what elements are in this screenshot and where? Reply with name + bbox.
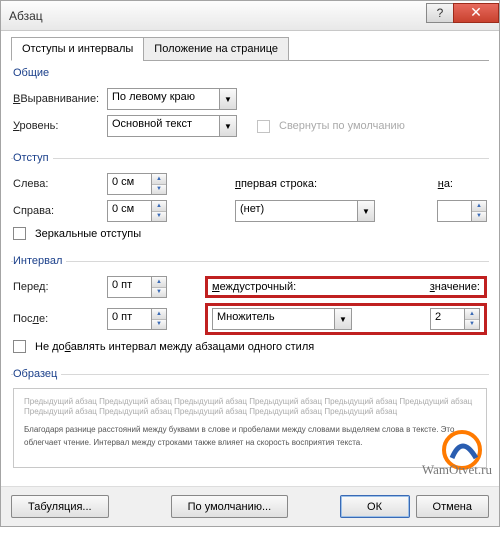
titlebar: Абзац ? ✕ xyxy=(1,1,499,31)
close-button[interactable]: ✕ xyxy=(453,3,499,23)
mirror-checkbox[interactable] xyxy=(13,227,26,240)
alignment-combo[interactable]: По левому краю ▼ xyxy=(107,88,237,110)
tab-strip: Отступы и интервалы Положение на страниц… xyxy=(11,37,489,61)
level-label: Уровень: xyxy=(13,120,103,132)
highlight-box-2: Множитель ▼ 2 ▲▼ xyxy=(205,303,487,335)
group-indent: Отступ Слева: 0 см ▲▼ ппервая строка: на… xyxy=(11,152,489,249)
level-combo[interactable]: Основной текст ▼ xyxy=(107,115,237,137)
left-indent-spinner[interactable]: 0 см ▲▼ xyxy=(107,173,167,195)
tab-indents[interactable]: Отступы и интервалы xyxy=(11,37,144,61)
by-spinner[interactable]: ▲▼ xyxy=(437,200,487,222)
at-label: значение: xyxy=(430,281,480,293)
chevron-down-icon: ▼ xyxy=(334,309,351,329)
noadd-checkbox[interactable] xyxy=(13,340,26,353)
group-preview-legend: Образец xyxy=(13,368,61,380)
preview-box: Предыдущий абзац Предыдущий абзац Предыд… xyxy=(13,388,487,468)
right-indent-label: Справа: xyxy=(13,205,103,217)
mirror-label: Зеркальные отступы xyxy=(35,228,141,240)
group-indent-legend: Отступ xyxy=(13,152,53,164)
before-spinner[interactable]: 0 пт ▲▼ xyxy=(107,276,167,298)
chevron-down-icon: ▼ xyxy=(357,201,374,221)
group-preview: Образец Предыдущий абзац Предыдущий абза… xyxy=(11,368,489,472)
highlight-box: междустрочный: значение: xyxy=(205,276,487,298)
chevron-down-icon: ▼ xyxy=(219,89,236,109)
collapse-checkbox xyxy=(257,120,270,133)
chevron-down-icon: ▼ xyxy=(219,116,236,136)
button-bar: Табуляция... По умолчанию... ОК Отмена xyxy=(1,486,499,526)
group-general: Общие ВВыравнивание: По левому краю ▼ Ур… xyxy=(11,67,489,146)
ok-button[interactable]: ОК xyxy=(340,495,410,518)
preview-body-text: Благодаря разнице расстояний между буква… xyxy=(24,424,476,450)
alignment-label: ВВыравнивание: xyxy=(13,93,103,105)
dialog-content: Отступы и интервалы Положение на страниц… xyxy=(1,31,499,486)
after-spinner[interactable]: 0 пт ▲▼ xyxy=(107,308,167,330)
before-label: Перед: xyxy=(13,281,103,293)
collapse-label: Свернуты по умолчанию xyxy=(279,120,405,132)
after-label: После: xyxy=(13,313,103,325)
help-button[interactable]: ? xyxy=(426,3,454,23)
firstline-label: ппервая строка: xyxy=(235,178,345,190)
group-spacing-legend: Интервал xyxy=(13,255,66,267)
line-spacing-label: междустрочный: xyxy=(212,281,317,293)
noadd-label: Не добавлять интервал между абзацами одн… xyxy=(35,341,314,353)
default-button[interactable]: По умолчанию... xyxy=(171,495,289,518)
at-spinner[interactable]: 2 ▲▼ xyxy=(430,308,480,330)
cancel-button[interactable]: Отмена xyxy=(416,495,489,518)
dialog-window: Абзац ? ✕ Отступы и интервалы Положение … xyxy=(0,0,500,527)
group-general-legend: Общие xyxy=(13,67,53,79)
group-spacing: Интервал Перед: 0 пт ▲▼ междустрочный: з… xyxy=(11,255,489,362)
tabs-button[interactable]: Табуляция... xyxy=(11,495,109,518)
window-title: Абзац xyxy=(9,9,426,23)
left-indent-label: Слева: xyxy=(13,178,103,190)
by-label: на: xyxy=(438,178,453,190)
right-indent-spinner[interactable]: 0 см ▲▼ xyxy=(107,200,167,222)
tab-position[interactable]: Положение на странице xyxy=(143,37,289,61)
line-spacing-combo[interactable]: Множитель ▼ xyxy=(212,308,352,330)
preview-gray-text: Предыдущий абзац Предыдущий абзац Предыд… xyxy=(24,397,476,418)
firstline-combo[interactable]: (нет) ▼ xyxy=(235,200,375,222)
